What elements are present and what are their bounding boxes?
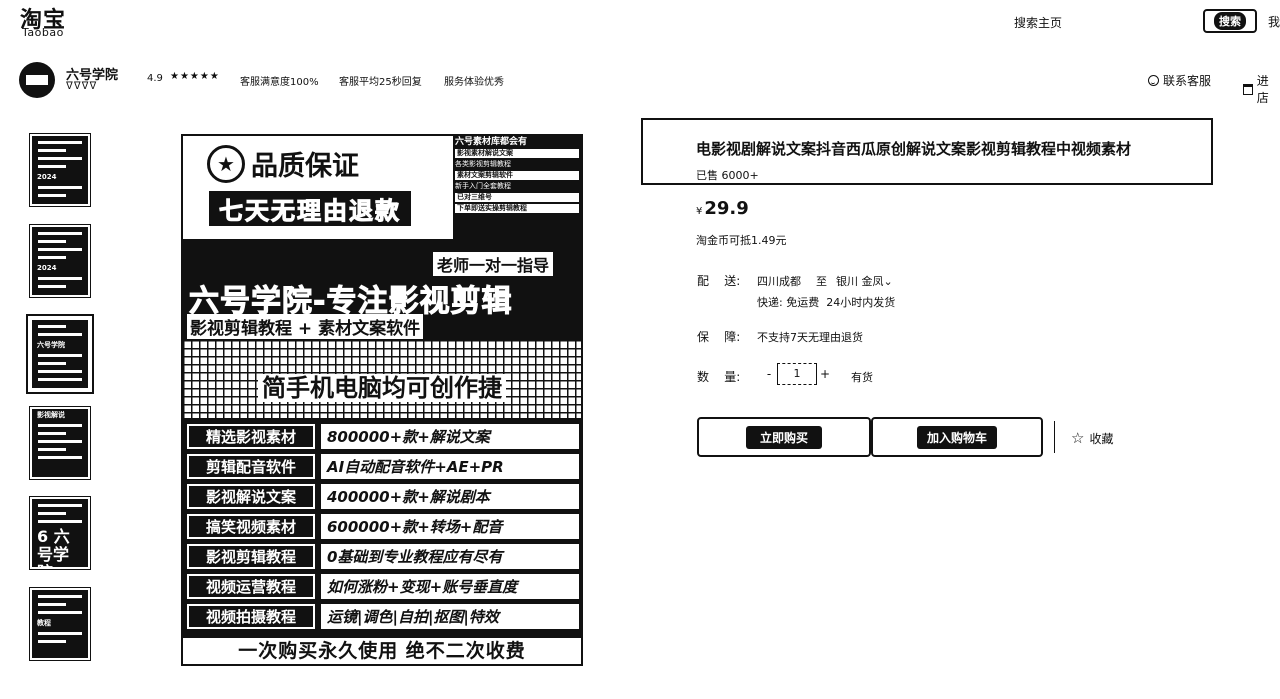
main-product-image[interactable]: ★ 品质保证 七天无理由退款 六号素材库都会有 影视素材解说文案 各类影视剪辑教… bbox=[181, 134, 583, 666]
product-title: 电影视剧解说文案抖音西瓜原创解说文案影视剪辑教程中视频素材 bbox=[696, 140, 1132, 158]
contact-service-label: 联系客服 bbox=[1163, 74, 1212, 88]
product-price: ¥29.9 bbox=[696, 198, 749, 219]
side-line: 已对三维号 bbox=[455, 193, 579, 202]
enter-shop-label: 进店 bbox=[1256, 74, 1269, 105]
quantity-increase-button[interactable]: + bbox=[817, 367, 833, 381]
feature-key: 影视解说文案 bbox=[187, 484, 315, 509]
side-line: 下单即送实操剪辑教程 bbox=[455, 204, 579, 213]
customer-service-icon bbox=[1148, 75, 1159, 86]
thumbnail-caption: 6 六号学院 bbox=[37, 527, 70, 568]
action-divider bbox=[1054, 421, 1055, 453]
search-home-link[interactable]: 搜索主页 bbox=[1014, 14, 1062, 31]
feature-key: 视频拍摄教程 bbox=[187, 604, 315, 629]
side-line: 新手入门全套教程 bbox=[455, 182, 511, 190]
image-feature-rows: 精选影视素材 800000+款+解说文案 剪辑配音软件 AI自动配音软件+AE+PR… bbox=[187, 424, 579, 634]
quantity-label: 数 量: bbox=[697, 370, 741, 384]
enter-shop-link[interactable]: 进店 bbox=[1243, 72, 1280, 106]
buy-now-button[interactable]: 立即购买 bbox=[697, 417, 871, 457]
image-slogan-text: 简手机电脑均可创作捷 bbox=[258, 374, 506, 402]
coin-discount-note: 淘金币可抵1.49元 bbox=[696, 234, 787, 247]
thumbnail-2[interactable]: 2024 bbox=[29, 224, 91, 298]
sold-count: 已售 6000+ bbox=[696, 169, 759, 182]
rating-stars: ★★★★★ bbox=[170, 71, 220, 82]
feature-value: 如何涨粉+变现+账号垂直度 bbox=[321, 574, 579, 599]
favorite-button[interactable]: ☆ 收藏 bbox=[1071, 429, 1113, 447]
taobao-logo-en: Taobao bbox=[22, 26, 64, 39]
feature-row: 视频拍摄教程 运镜|调色|自拍|抠图|特效 bbox=[187, 604, 579, 629]
image-header-panel: ★ 品质保证 七天无理由退款 bbox=[183, 136, 453, 241]
search-button[interactable]: 搜索 bbox=[1203, 9, 1257, 33]
quantity-input[interactable]: 1 bbox=[777, 363, 817, 385]
my-taobao-link[interactable]: 我 bbox=[1268, 13, 1280, 30]
feature-value: 800000+款+解说文案 bbox=[321, 424, 579, 449]
search-button-label: 搜索 bbox=[1214, 12, 1246, 30]
delivery-from: 四川成都 bbox=[757, 275, 801, 288]
image-slogan: 简手机电脑均可创作捷 bbox=[183, 368, 581, 403]
image-title-quality: ★ 品质保证 bbox=[207, 144, 359, 183]
contact-service-link[interactable]: 联系客服 bbox=[1148, 72, 1211, 89]
feature-value: 运镜|调色|自拍|抠图|特效 bbox=[321, 604, 579, 629]
shop-stat-service: 服务体验优秀 bbox=[444, 77, 504, 88]
thumbnail-caption: 六号学院 bbox=[37, 341, 65, 349]
feature-row: 视频运营教程 如何涨粉+变现+账号垂直度 bbox=[187, 574, 579, 599]
delivery-label: 配 送: bbox=[697, 274, 741, 288]
feature-key: 剪辑配音软件 bbox=[187, 454, 315, 479]
feature-value: 600000+款+转场+配音 bbox=[321, 514, 579, 539]
feature-key: 视频运营教程 bbox=[187, 574, 315, 599]
thumbnail-6[interactable]: 教程 bbox=[29, 587, 91, 661]
favorite-label: 收藏 bbox=[1089, 431, 1114, 446]
feature-value: AI自动配音软件+AE+PR bbox=[321, 454, 579, 479]
price-value: 29.9 bbox=[704, 198, 749, 219]
add-to-cart-button[interactable]: 加入购物车 bbox=[871, 417, 1043, 457]
delivery-destination-select[interactable]: 银川 金凤⌄ bbox=[836, 273, 893, 289]
shop-icon bbox=[1243, 83, 1253, 95]
quantity-decrease-button[interactable]: - bbox=[761, 367, 777, 381]
feature-value: 400000+款+解说剧本 bbox=[321, 484, 579, 509]
image-teacher-tag: 老师一对一指导 bbox=[433, 252, 554, 276]
guarantee-label: 保 障: bbox=[697, 330, 741, 344]
thumbnail-5[interactable]: 6 六号学院 bbox=[29, 496, 91, 570]
thumbnail-3-selected[interactable]: 六号学院 bbox=[26, 314, 94, 394]
feature-key: 精选影视素材 bbox=[187, 424, 315, 449]
thumbnail-caption: 影视解说 bbox=[37, 411, 65, 419]
quantity-stepper[interactable]: - 1 + bbox=[761, 363, 841, 385]
thumbnail-1[interactable]: 2024 bbox=[29, 133, 91, 207]
image-side-panel: 六号素材库都会有 影视素材解说文案 各类影视剪辑教程 素材文案剪辑软件 新手入门… bbox=[455, 138, 579, 240]
feature-key: 搞笑视频素材 bbox=[187, 514, 315, 539]
side-line: 素材文案剪辑软件 bbox=[455, 171, 579, 180]
shop-stat-satisfaction: 客服满意度100% bbox=[240, 77, 319, 88]
image-bottom-banner: 一次购买永久使用 绝不二次收费 bbox=[183, 638, 581, 664]
feature-row: 搞笑视频素材 600000+款+转场+配音 bbox=[187, 514, 579, 539]
shop-stat-response: 客服平均25秒回复 bbox=[339, 77, 422, 88]
thumbnail-caption: 2024 bbox=[37, 264, 57, 272]
side-line: 影视素材解说文案 bbox=[455, 149, 579, 158]
shipping-info: 快递: 免运费 24小时内发货 bbox=[757, 296, 896, 309]
image-sub-text: 影视剪辑教程 + 素材文案软件 bbox=[187, 314, 424, 339]
stock-status: 有货 bbox=[851, 371, 873, 384]
guarantee-value: 不支持7天无理由退货 bbox=[757, 331, 863, 344]
thumbnail-4[interactable]: 影视解说 bbox=[29, 406, 91, 480]
thumbnail-caption: 教程 bbox=[37, 619, 51, 627]
add-to-cart-label: 加入购物车 bbox=[916, 425, 997, 449]
image-title-refund: 七天无理由退款 bbox=[209, 191, 411, 226]
side-heading: 六号素材库都会有 bbox=[455, 137, 528, 147]
feature-key: 影视剪辑教程 bbox=[187, 544, 315, 569]
side-line: 各类影视剪辑教程 bbox=[455, 160, 511, 168]
buy-now-label: 立即购买 bbox=[745, 425, 822, 449]
shop-level-icons: ᐁᐁᐁᐁ bbox=[66, 81, 98, 92]
feature-row: 精选影视素材 800000+款+解说文案 bbox=[187, 424, 579, 449]
feature-value: 0基础到专业教程应有尽有 bbox=[321, 544, 579, 569]
thumbnail-caption: 2024 bbox=[37, 173, 57, 181]
currency-symbol: ¥ bbox=[696, 206, 703, 217]
shop-rating: 4.9 bbox=[147, 73, 163, 84]
shop-avatar[interactable] bbox=[19, 62, 55, 98]
delivery-to-word: 至 bbox=[816, 275, 827, 288]
feature-row: 剪辑配音软件 AI自动配音软件+AE+PR bbox=[187, 454, 579, 479]
image-title-quality-text: 品质保证 bbox=[251, 151, 359, 182]
feature-row: 影视剪辑教程 0基础到专业教程应有尽有 bbox=[187, 544, 579, 569]
feature-row: 影视解说文案 400000+款+解说剧本 bbox=[187, 484, 579, 509]
star-outline-icon: ☆ bbox=[1071, 429, 1085, 447]
star-badge-icon: ★ bbox=[207, 144, 245, 183]
